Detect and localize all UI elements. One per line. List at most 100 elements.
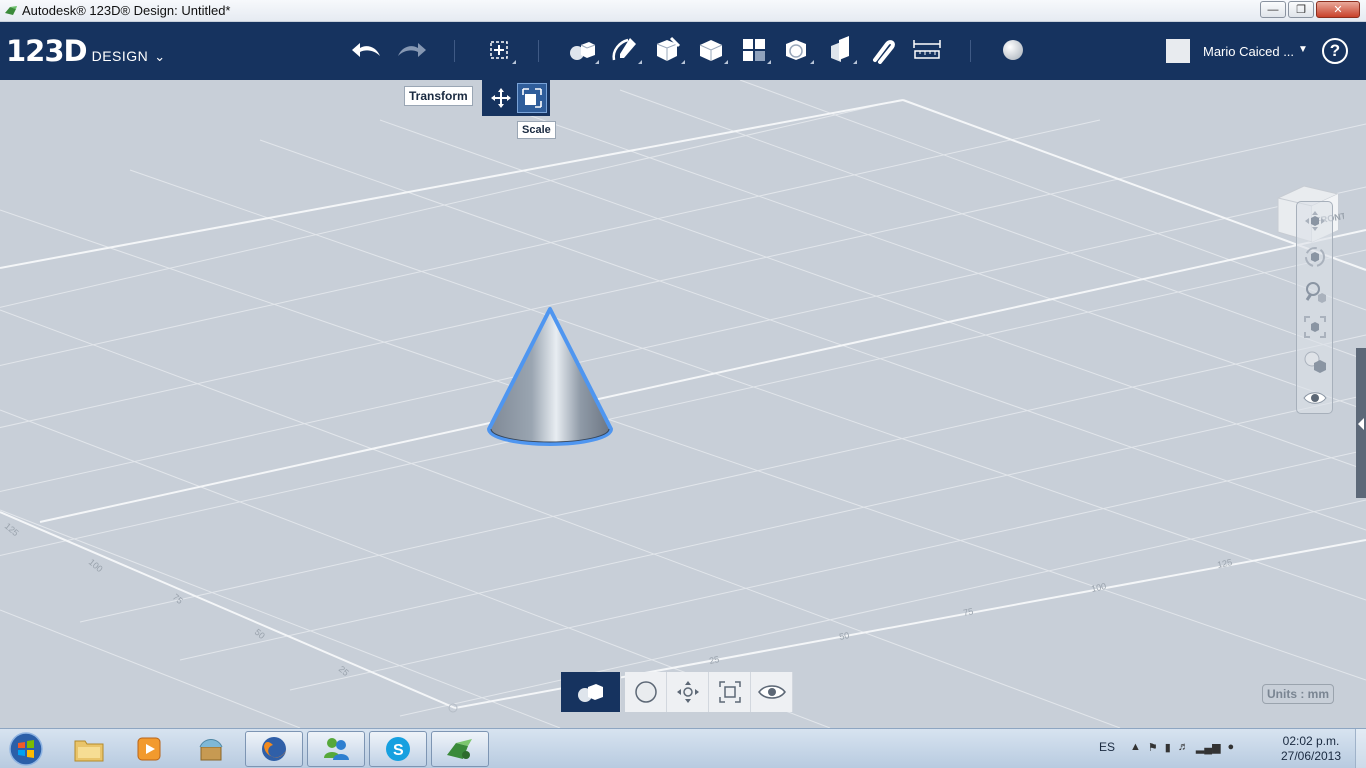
pan-button[interactable] (1302, 208, 1328, 234)
toolbar-separator (454, 40, 455, 62)
visibility-button[interactable] (1302, 385, 1328, 411)
fit-button[interactable] (1302, 314, 1328, 340)
grid-label: 50 (253, 627, 267, 641)
material-button[interactable] (996, 34, 1030, 66)
skype-icon: S (386, 737, 410, 761)
clock[interactable]: 02:02 p.m. 27/06/2013 (1276, 734, 1346, 764)
primitives-button[interactable] (565, 34, 599, 66)
construct-icon (656, 36, 681, 61)
orbit-button[interactable] (1302, 244, 1328, 270)
combine-button[interactable] (823, 34, 857, 66)
close-button[interactable]: ✕ (1316, 1, 1360, 18)
modify-button[interactable] (694, 34, 728, 66)
snap-icon (873, 40, 895, 64)
system-tray: ▲ ⚑ ▮ ♬ ▂▄▆ ● (1130, 741, 1234, 754)
media-player-task[interactable] (120, 731, 178, 767)
orbit-icon (1305, 247, 1325, 267)
input-language[interactable]: ES (1099, 740, 1115, 754)
grid-label: 125 (1216, 557, 1233, 570)
fit-icon (1304, 316, 1326, 338)
app-menu-button[interactable]: 123D DESIGN ⌄ (6, 34, 165, 68)
material-view-button[interactable] (1302, 349, 1328, 375)
scale-mode-icon (718, 681, 741, 703)
messenger-task[interactable] (307, 731, 365, 767)
grid-label: 100 (87, 557, 105, 574)
view-mode-button[interactable] (751, 672, 793, 712)
view-mode-icon (757, 685, 786, 699)
solid-mode-icon (577, 684, 603, 702)
scale-mode-button[interactable] (709, 672, 751, 712)
minimize-button[interactable]: — (1260, 1, 1286, 18)
power-icon[interactable]: ● (1228, 741, 1235, 754)
app-icon (5, 6, 17, 15)
brand-word: DESIGN (91, 48, 149, 64)
material-icon (1003, 40, 1023, 60)
move-tool-button[interactable] (486, 83, 516, 113)
transform-icon (490, 41, 508, 59)
clock-time: 02:02 p.m. (1282, 734, 1340, 748)
modify-icon (699, 40, 723, 61)
tooltip-transform: Transform (404, 86, 473, 106)
firefox-icon (262, 737, 286, 761)
move-mode-button[interactable] (667, 672, 709, 712)
media-player-icon (137, 737, 161, 761)
sketch-button[interactable] (608, 34, 642, 66)
redo-button[interactable] (394, 34, 428, 66)
explorer-task[interactable] (60, 731, 118, 767)
primitives-icon (570, 42, 596, 60)
flag-icon[interactable]: ⚑ (1148, 741, 1158, 754)
skype-task[interactable]: S (369, 731, 427, 767)
grid-label: 25 (708, 654, 720, 666)
snap-button[interactable] (866, 34, 900, 66)
grid-label: 100 (1090, 581, 1107, 594)
chevron-up-icon[interactable]: ▲ (1130, 741, 1141, 754)
grid-label: 75 (171, 592, 185, 606)
firefox-task[interactable] (245, 731, 303, 767)
transform-button[interactable] (482, 34, 516, 66)
combine-icon (831, 36, 849, 62)
grid-label: 125 (3, 521, 21, 538)
taskbar: S ES ▲ ⚑ ▮ ♬ ▂▄▆ ● 02:02 p.m. 27/06/2013 (0, 728, 1366, 768)
undo-button[interactable] (350, 34, 384, 66)
material-view-icon (1304, 351, 1326, 373)
volume-icon[interactable]: ♬ (1178, 741, 1189, 754)
123d-design-icon (447, 739, 472, 759)
help-button[interactable]: ? (1322, 38, 1348, 64)
measure-button[interactable] (910, 34, 944, 66)
toolbar-separator (970, 40, 971, 62)
group-button[interactable] (780, 34, 814, 66)
network-icon[interactable]: ▂▄▆ (1196, 741, 1221, 754)
chevron-down-icon[interactable]: ▼ (1298, 44, 1308, 55)
solid-mode-button[interactable] (561, 672, 621, 712)
pan-icon (1305, 211, 1325, 231)
chevron-left-icon (1358, 418, 1364, 430)
maximize-button[interactable]: ❐ (1288, 1, 1314, 18)
start-button[interactable] (4, 731, 48, 767)
tooltip-scale: Scale (517, 121, 556, 139)
sphere-mode-button[interactable] (625, 672, 667, 712)
app-store-task[interactable] (182, 731, 240, 767)
brand-number: 123D (6, 34, 88, 68)
messenger-icon (324, 738, 349, 760)
avatar[interactable] (1166, 39, 1190, 63)
construct-button[interactable] (651, 34, 685, 66)
3d-viewport[interactable]: 125 100 75 50 25 25 50 75 100 125 (0, 80, 1366, 728)
move-mode-icon (676, 681, 699, 703)
user-name[interactable]: Mario Caiced ... (1203, 44, 1294, 59)
clock-date: 27/06/2013 (1280, 749, 1342, 763)
title-bar: Autodesk® 123D® Design: Untitled* — ❐ ✕ (0, 0, 1366, 22)
units-indicator[interactable]: Units : mm (1262, 684, 1335, 704)
scale-icon (522, 88, 542, 108)
chevron-down-icon: ⌄ (154, 49, 166, 64)
scale-tool-button[interactable] (517, 83, 547, 113)
123d-design-task[interactable] (431, 731, 489, 767)
pattern-button[interactable] (737, 34, 771, 66)
grid-label: 75 (962, 606, 974, 618)
undo-icon (352, 43, 380, 57)
battery-icon[interactable]: ▮ (1165, 741, 1171, 754)
show-desktop-button[interactable] (1355, 729, 1366, 768)
window-title: Autodesk® 123D® Design: Untitled* (22, 3, 231, 18)
cone-object[interactable] (480, 305, 620, 451)
pattern-icon (743, 39, 765, 61)
zoom-button[interactable] (1302, 279, 1328, 305)
